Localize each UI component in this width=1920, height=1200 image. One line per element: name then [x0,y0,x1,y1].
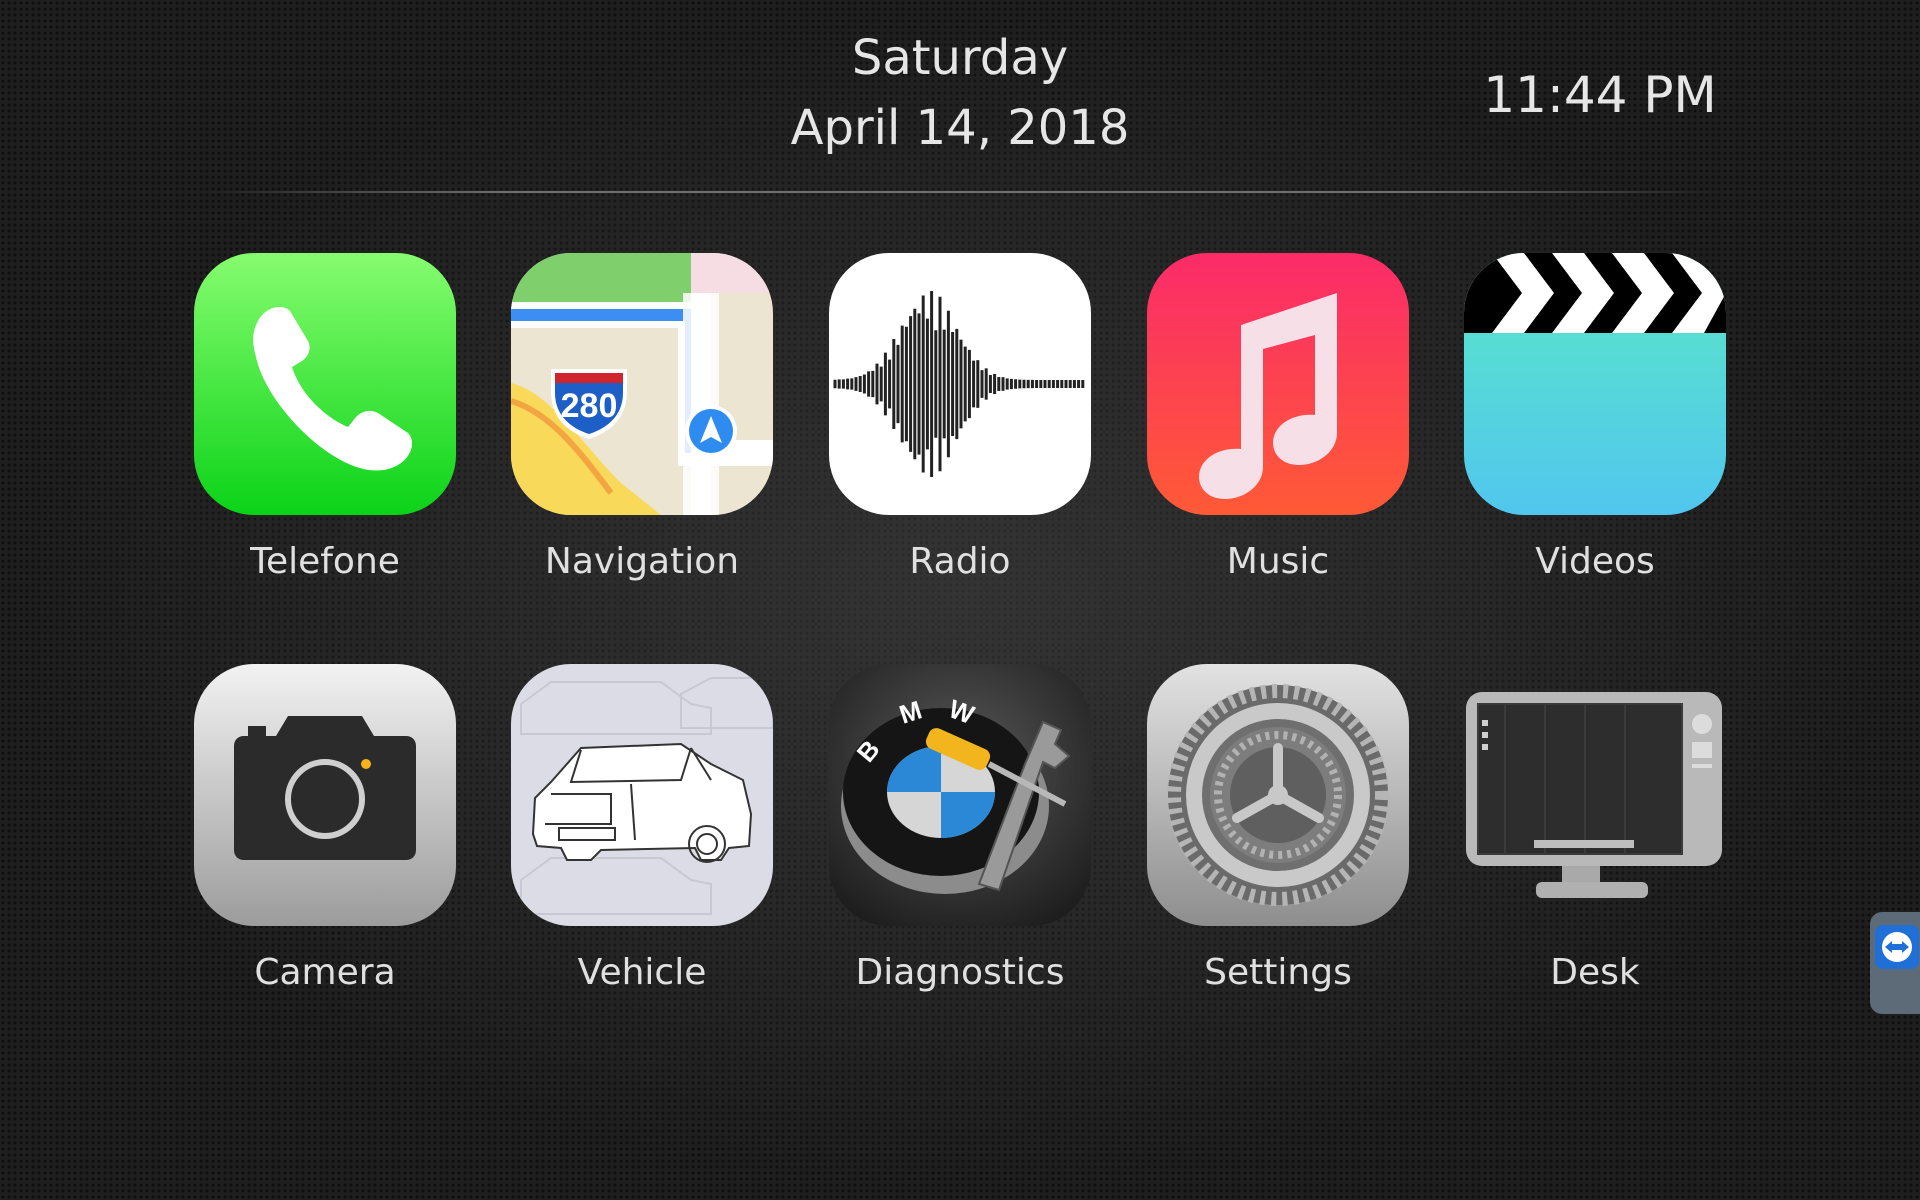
app-diagnostics[interactable]: B M W Diagnostics [829,664,1091,993]
app-label-videos: Videos [1535,541,1655,582]
app-desk[interactable]: Desk [1464,664,1726,993]
app-settings[interactable]: Settings [1147,664,1409,993]
app-label-desk: Desk [1550,952,1640,993]
bmw-diagnostics-icon: B M W [829,664,1091,926]
app-label-telefone: Telefone [250,541,400,582]
remote-support-icon [1875,925,1919,969]
clock: 11:44 PM [1483,66,1717,124]
app-music[interactable]: Music [1147,253,1409,582]
app-label-music: Music [1226,541,1330,582]
map-icon: 280 [511,253,773,515]
header-day: Saturday [851,30,1069,86]
camera-icon [194,664,456,926]
gear-icon [1147,664,1409,926]
app-label-diagnostics: Diagnostics [855,952,1065,993]
app-navigation[interactable]: 280 Navigation [511,253,773,582]
app-radio[interactable]: Radio [829,253,1091,582]
clapperboard-icon [1464,253,1726,515]
app-label-settings: Settings [1204,952,1352,993]
voice-memo-waveform-icon [829,253,1091,515]
app-vehicle[interactable]: Vehicle [511,664,773,993]
app-label-radio: Radio [909,541,1011,582]
monitor-icon [1464,664,1726,926]
app-label-camera: Camera [254,952,396,993]
interstate-shield-text: 280 [561,387,618,425]
header-date: April 14, 2018 [790,100,1130,156]
app-camera[interactable]: Camera [194,664,456,993]
app-telefone[interactable]: Telefone [194,253,456,582]
app-videos[interactable]: Videos [1464,253,1726,582]
car-sketch-icon [511,664,773,926]
app-label-navigation: Navigation [544,541,740,582]
app-label-vehicle: Vehicle [577,952,707,993]
phone-icon [194,253,456,515]
music-note-icon [1147,253,1409,515]
remote-support-tab[interactable] [1870,912,1920,1014]
header-divider [200,191,1720,193]
